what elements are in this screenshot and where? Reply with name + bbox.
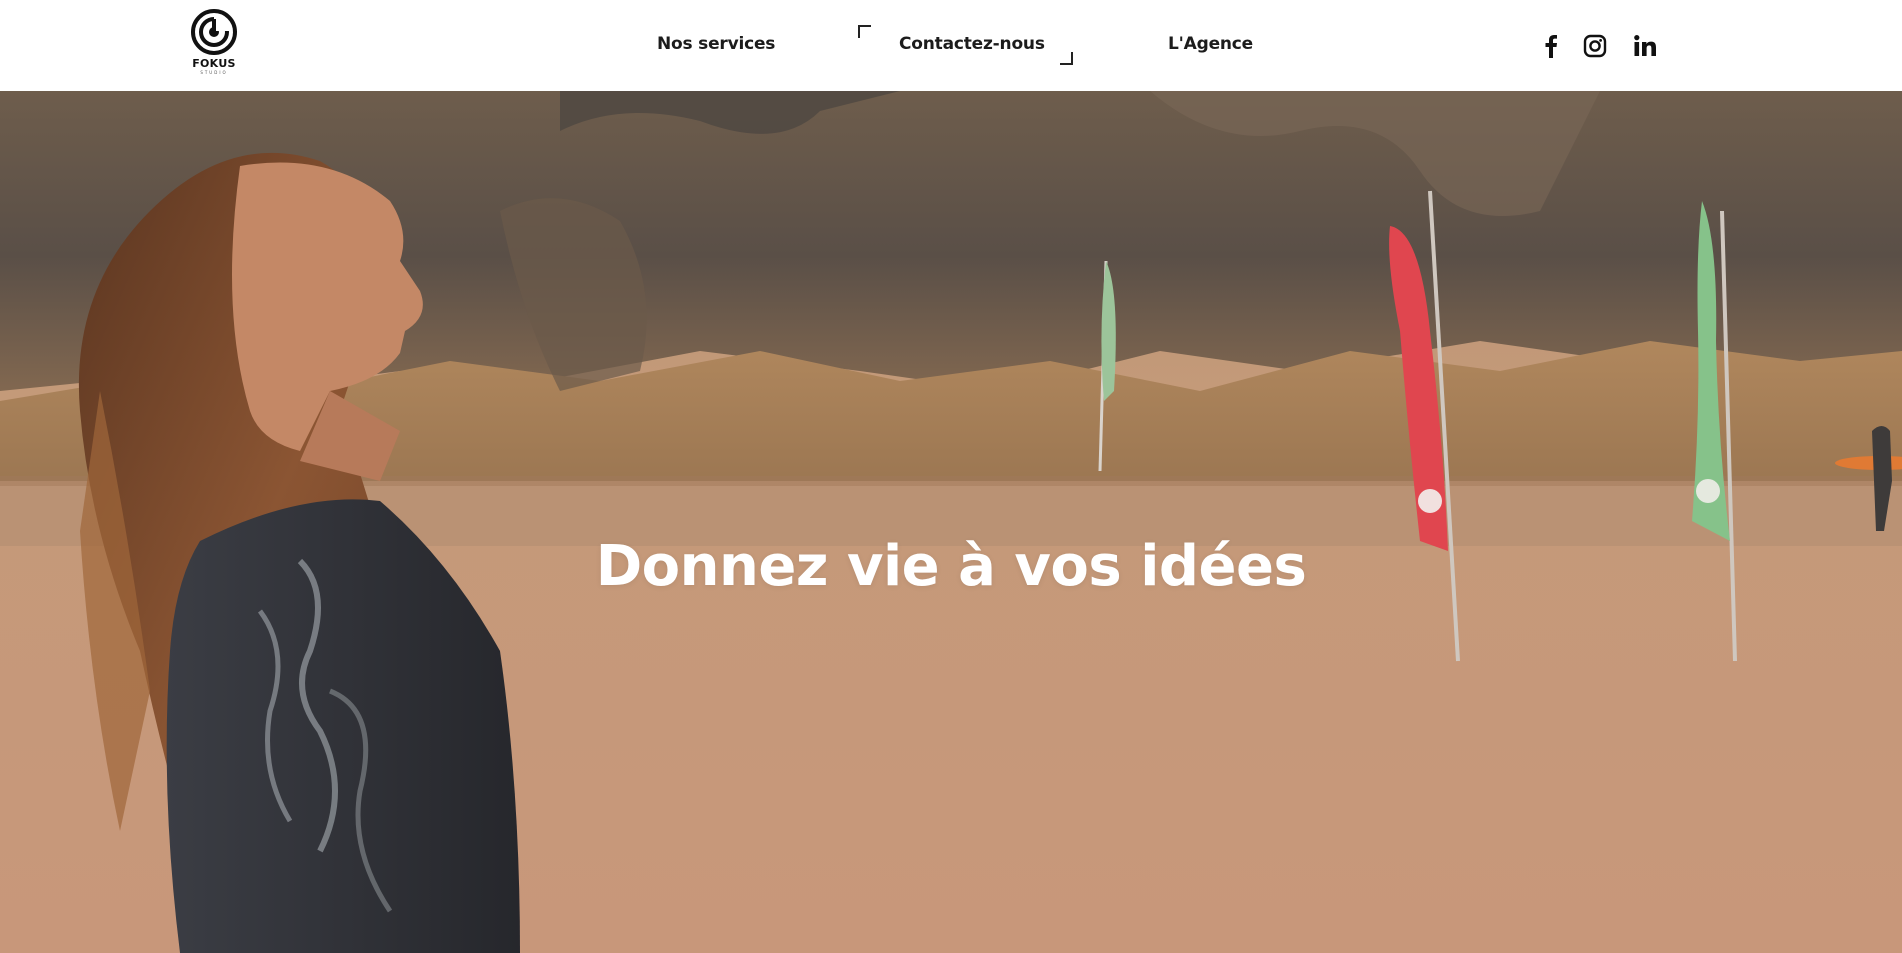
- instagram-icon[interactable]: [1582, 33, 1608, 59]
- hero-section: Donnez vie à vos idées: [0, 91, 1902, 953]
- nav-link-agence[interactable]: L'Agence: [1168, 34, 1253, 54]
- site-header: FOKUS STUDIO Nos services Contactez-nous…: [0, 0, 1902, 91]
- linkedin-icon[interactable]: [1632, 33, 1658, 59]
- nav-link-contact[interactable]: Contactez-nous: [899, 34, 1045, 54]
- hero-title: Donnez vie à vos idées: [595, 534, 1307, 599]
- hero-background-image: [0, 91, 1902, 953]
- facebook-icon[interactable]: [1538, 33, 1564, 59]
- brand-tagline: STUDIO: [200, 70, 228, 75]
- brand-logo[interactable]: FOKUS STUDIO: [186, 8, 242, 80]
- brand-name: FOKUS: [192, 57, 236, 70]
- nav-active-bracket-top: [858, 25, 871, 38]
- logo-mark-icon: [191, 9, 237, 55]
- nav-link-services[interactable]: Nos services: [657, 34, 775, 54]
- nav-active-bracket-bottom: [1060, 52, 1073, 65]
